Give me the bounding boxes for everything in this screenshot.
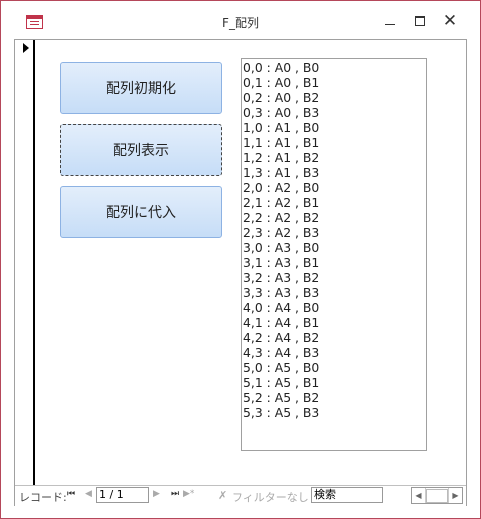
scroll-right-icon[interactable]: ▶	[448, 488, 462, 503]
filter-status-label[interactable]: フィルターなし	[232, 489, 309, 505]
scroll-left-icon[interactable]: ◀	[412, 488, 426, 503]
close-icon: ✕	[442, 11, 458, 31]
filter-icon[interactable]: ✗	[218, 489, 227, 502]
array-list-box[interactable]: 0,0 : A0 , B0 0,1 : A0 , B1 0,2 : A0 , B…	[241, 58, 427, 451]
list-item[interactable]: 3,3 : A3 , B3	[243, 285, 426, 300]
current-record-field[interactable]: 1 / 1	[96, 487, 149, 503]
scroll-thumb[interactable]	[426, 489, 448, 503]
list-item[interactable]: 0,1 : A0 , B1	[243, 75, 426, 90]
record-selector[interactable]	[15, 40, 35, 485]
maximize-icon	[415, 16, 425, 26]
show-array-button[interactable]: 配列表示	[60, 124, 222, 176]
list-item[interactable]: 3,1 : A3 , B1	[243, 255, 426, 270]
form-body: 配列初期化 配列表示 配列に代入 0,0 : A0 , B0 0,1 : A0 …	[14, 39, 467, 506]
first-record-icon[interactable]: ⏮	[67, 489, 75, 499]
list-item[interactable]: 2,2 : A2 , B2	[243, 210, 426, 225]
list-item[interactable]: 2,0 : A2 , B0	[243, 180, 426, 195]
list-item[interactable]: 0,0 : A0 , B0	[243, 60, 426, 75]
record-label: レコード:	[19, 491, 67, 504]
list-item[interactable]: 4,1 : A4 , B1	[243, 315, 426, 330]
list-item[interactable]: 1,2 : A1 , B2	[243, 150, 426, 165]
list-item[interactable]: 5,1 : A5 , B1	[243, 375, 426, 390]
title-bar[interactable]: F_配列 ✕	[1, 1, 480, 39]
new-record-icon[interactable]: ▶*	[183, 489, 194, 499]
init-array-button[interactable]: 配列初期化	[60, 62, 222, 114]
assign-array-button[interactable]: 配列に代入	[60, 186, 222, 238]
list-item[interactable]: 1,0 : A1 , B0	[243, 120, 426, 135]
list-item[interactable]: 4,2 : A4 , B2	[243, 330, 426, 345]
list-item[interactable]: 3,0 : A3 , B0	[243, 240, 426, 255]
assign-array-label: 配列に代入	[106, 205, 176, 221]
list-item[interactable]: 1,3 : A1 , B3	[243, 165, 426, 180]
list-item[interactable]: 5,0 : A5 , B0	[243, 360, 426, 375]
next-record-icon[interactable]: ▶	[153, 489, 160, 499]
minimize-icon	[385, 23, 395, 25]
form-window: F_配列 ✕ 配列初期化 配列表示 配列に代入 0,0 : A0 , B0 0,…	[0, 0, 481, 519]
list-item[interactable]: 0,3 : A0 , B3	[243, 105, 426, 120]
previous-record-icon[interactable]: ◀	[85, 489, 92, 499]
list-item[interactable]: 3,2 : A3 , B2	[243, 270, 426, 285]
init-array-label: 配列初期化	[106, 81, 176, 97]
list-item[interactable]: 4,3 : A4 , B3	[243, 345, 426, 360]
list-item[interactable]: 2,3 : A2 , B3	[243, 225, 426, 240]
maximize-button[interactable]	[407, 10, 433, 32]
last-record-icon[interactable]: ⏭	[171, 489, 179, 499]
list-item[interactable]: 1,1 : A1 , B1	[243, 135, 426, 150]
search-input[interactable]: 検索	[311, 487, 383, 503]
list-item[interactable]: 2,1 : A2 , B1	[243, 195, 426, 210]
list-item[interactable]: 0,2 : A0 , B2	[243, 90, 426, 105]
list-item[interactable]: 4,0 : A4 , B0	[243, 300, 426, 315]
list-item[interactable]: 5,2 : A5 , B2	[243, 390, 426, 405]
record-navigation-bar: レコード: ⏮ ◀ 1 / 1 ▶ ⏭ ▶* ✗ フィルターなし 検索 ◀ ▶	[15, 485, 466, 506]
current-record-arrow-icon	[23, 43, 29, 53]
minimize-button[interactable]	[377, 10, 403, 32]
list-item[interactable]: 5,3 : A5 , B3	[243, 405, 426, 420]
horizontal-scrollbar[interactable]: ◀ ▶	[411, 487, 463, 504]
close-button[interactable]: ✕	[437, 10, 463, 32]
show-array-label: 配列表示	[113, 143, 169, 159]
